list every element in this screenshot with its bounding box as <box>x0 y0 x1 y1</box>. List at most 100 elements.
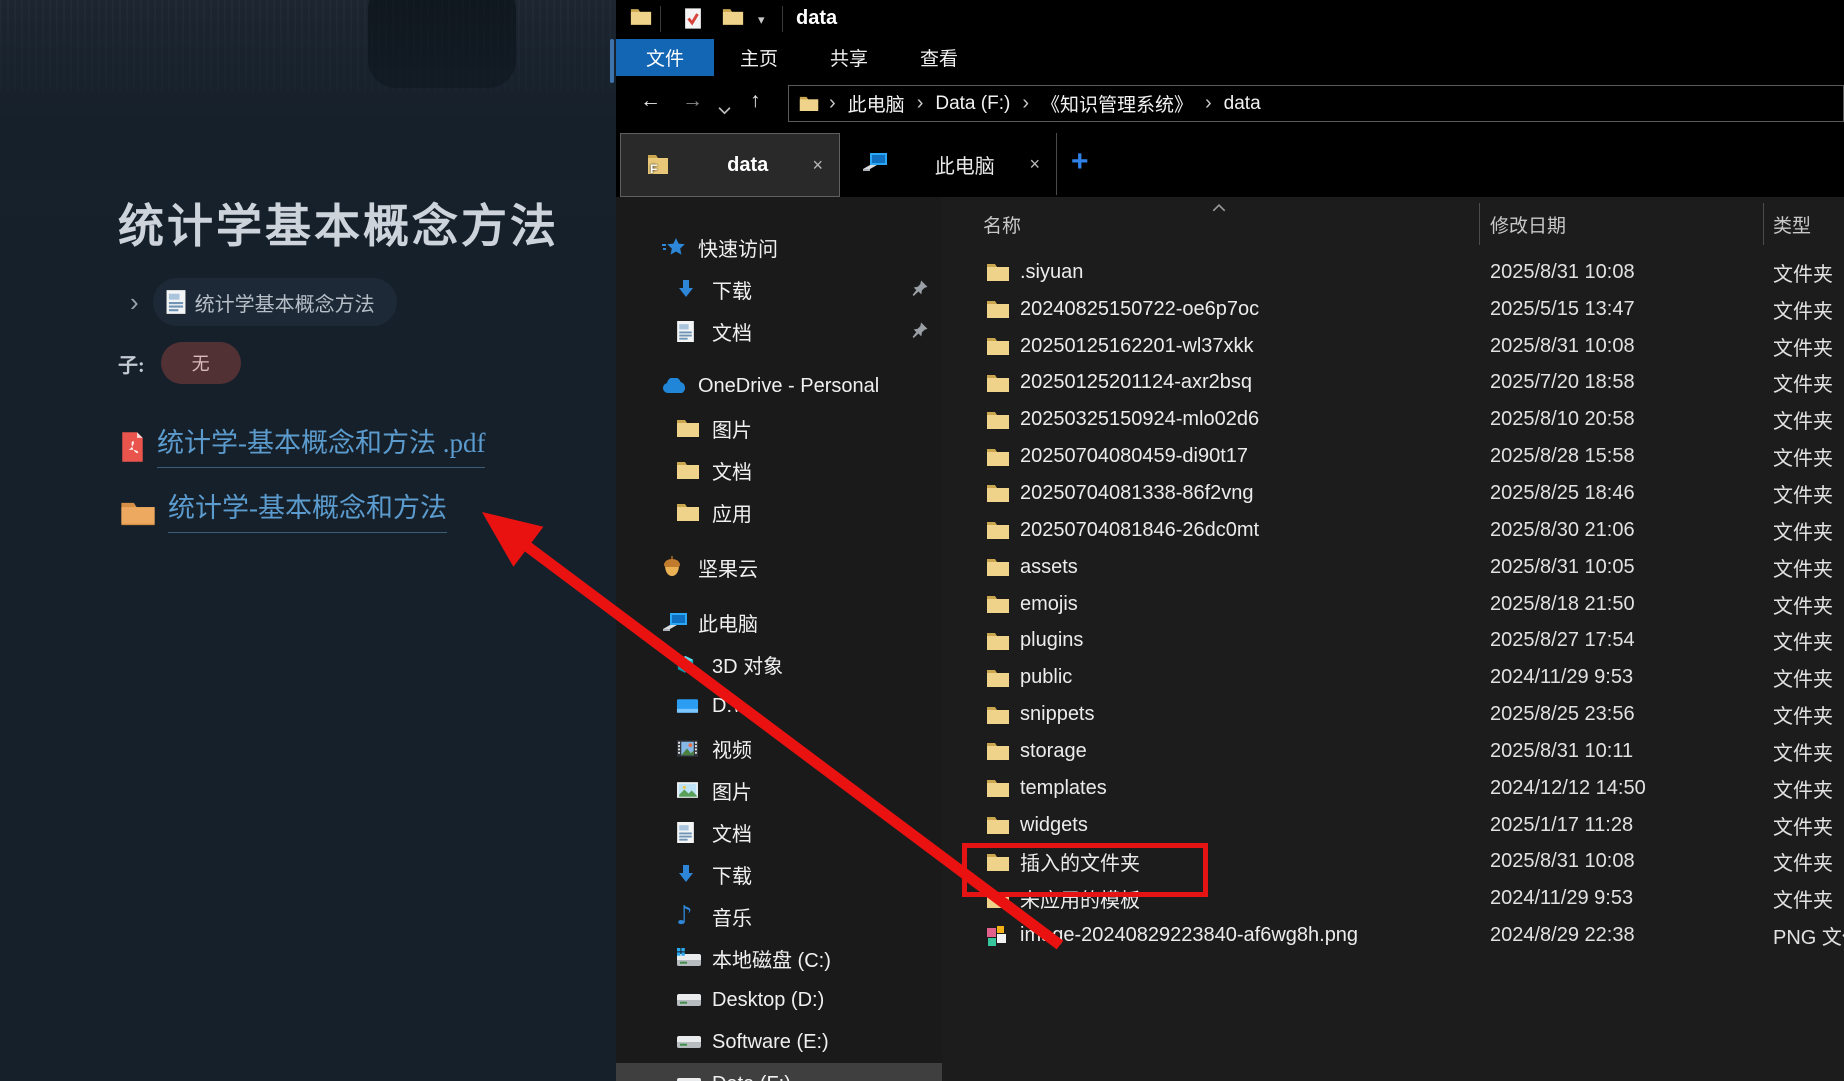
column-separator[interactable] <box>1763 203 1764 245</box>
new-tab-button[interactable]: + <box>1071 145 1089 179</box>
sidebar-item[interactable]: 文档 <box>616 449 942 491</box>
ribbon-tab-3[interactable]: 共享 <box>804 39 894 76</box>
ribbon-tab-4[interactable]: 查看 <box>894 39 984 76</box>
forward-icon[interactable]: → <box>682 89 703 113</box>
sidebar-item[interactable]: 视频 <box>616 727 942 769</box>
file-name[interactable]: image-20240829223840-af6wg8h.png <box>1020 924 1358 947</box>
address-input[interactable]: › 此电脑 › Data (F:) › 《知识管理系统》 › data <box>788 85 1844 122</box>
file-row[interactable]: assets 2025/8/31 10:05 文件夹 <box>942 549 1844 586</box>
sidebar-item[interactable]: 3D 对象 <box>616 643 942 685</box>
file-row[interactable]: 20250704081846-26dc0mt 2025/8/30 21:06 文件夹 <box>942 512 1844 549</box>
file-name[interactable]: snippets <box>1020 703 1095 726</box>
file-type: 文件夹 <box>1773 853 1833 876</box>
column-separator[interactable] <box>1479 203 1480 245</box>
breadcrumb-chevron-icon[interactable]: › <box>1205 92 1212 115</box>
file-row[interactable]: public 2024/11/29 9:53 文件夹 <box>942 659 1844 696</box>
close-tab-icon[interactable]: × <box>812 155 823 176</box>
file-name[interactable]: plugins <box>1020 629 1083 652</box>
file-row[interactable]: 20250125201124-axr2bsq 2025/7/20 18:58 文件夹 <box>942 365 1844 402</box>
column-type[interactable]: 类型 <box>1773 211 1811 238</box>
chevron-right-icon[interactable]: › <box>130 287 139 318</box>
back-icon[interactable]: ← <box>640 89 661 113</box>
file-name[interactable]: .siyuan <box>1020 261 1083 284</box>
file-name[interactable]: 未应用的模板 <box>1020 884 1140 913</box>
file-name[interactable]: emojis <box>1020 593 1078 616</box>
file-row[interactable]: 20250704080459-di90t17 2025/8/28 15:58 文件夹 <box>942 438 1844 475</box>
column-name[interactable]: 名称 <box>983 211 1021 238</box>
file-name[interactable]: 20250125162201-wl37xkk <box>1020 335 1254 358</box>
file-name[interactable]: 20240825150722-oe6p7oc <box>1020 298 1259 321</box>
document-tree-row[interactable]: › 统计学基本概念方法 <box>130 278 397 326</box>
tab-data[interactable]: F data × <box>620 133 840 197</box>
breadcrumb-item[interactable]: data <box>1224 93 1261 115</box>
file-row[interactable]: storage 2025/8/31 10:11 文件夹 <box>942 733 1844 770</box>
file-name[interactable]: widgets <box>1020 814 1088 837</box>
breadcrumb-chevron-icon[interactable]: › <box>917 92 924 115</box>
file-row[interactable]: snippets 2025/8/25 23:56 文件夹 <box>942 696 1844 733</box>
file-name[interactable]: 插入的文件夹 <box>1020 847 1140 876</box>
file-name[interactable]: 20250704081338-86f2vng <box>1020 482 1254 505</box>
sidebar-item[interactable]: 文档 <box>616 811 942 853</box>
file-row[interactable]: .siyuan 2025/8/31 10:08 文件夹 <box>942 254 1844 291</box>
file-row[interactable]: 20250325150924-mlo02d6 2025/8/10 20:58 文件夹 <box>942 401 1844 438</box>
sidebar-item[interactable]: 坚果云 <box>616 546 942 588</box>
file-name[interactable]: templates <box>1020 777 1107 800</box>
file-row[interactable]: 20240825150722-oe6p7oc 2025/5/15 13:47 文件夹 <box>942 291 1844 328</box>
file-row[interactable]: image-20240829223840-af6wg8h.png 2024/8/2… <box>942 917 1844 954</box>
document-title: 统计学基本概念方法 <box>118 201 559 252</box>
pdf-link-row[interactable]: 统计学-基本概念和方法 .pdf <box>120 421 486 468</box>
sidebar-item[interactable]: Desktop (D:) <box>616 979 942 1021</box>
file-type: 文件夹 <box>1773 521 1833 544</box>
file-row[interactable]: 20250125162201-wl37xkk 2025/8/31 10:08 文件夹 <box>942 328 1844 365</box>
breadcrumb-chevron-icon[interactable]: › <box>829 92 836 115</box>
file-row[interactable]: 插入的文件夹 2025/8/31 10:08 文件夹 <box>942 844 1844 881</box>
sidebar-item[interactable]: Data (F:) <box>616 1063 942 1081</box>
folder-quick-access-icon[interactable] <box>630 7 652 31</box>
sidebar-item[interactable]: 快速访问 <box>616 226 942 268</box>
breadcrumb-item[interactable]: 此电脑 <box>848 90 905 117</box>
file-row[interactable]: 20250704081338-86f2vng 2025/8/25 18:46 文件夹 <box>942 475 1844 512</box>
file-row[interactable]: emojis 2025/8/18 21:50 文件夹 <box>942 586 1844 623</box>
document-tree-item[interactable]: 统计学基本概念方法 <box>152 278 397 326</box>
ribbon-tab-2[interactable]: 主页 <box>714 39 804 76</box>
sidebar-item[interactable]: 此电脑 <box>616 601 942 643</box>
sidebar-item[interactable]: 图片 <box>616 769 942 811</box>
close-tab-icon[interactable]: × <box>1029 154 1040 175</box>
folder-link-row[interactable]: 统计学-基本概念和方法 <box>120 486 447 533</box>
sidebar-item[interactable]: Software (E:) <box>616 1021 942 1063</box>
file-row[interactable]: 未应用的模板 2024/11/29 9:53 文件夹 <box>942 880 1844 917</box>
pdf-link[interactable]: 统计学-基本概念和方法 .pdf <box>157 421 486 468</box>
breadcrumb-chevron-icon[interactable]: › <box>1022 92 1029 115</box>
breadcrumb-item[interactable]: Data (F:) <box>935 93 1010 115</box>
column-modified[interactable]: 修改日期 <box>1490 211 1566 238</box>
sidebar-item[interactable]: D:\ <box>616 685 942 727</box>
qat-dropdown-icon[interactable]: ▾ <box>758 12 765 28</box>
file-name[interactable]: 20250125201124-axr2bsq <box>1020 371 1252 394</box>
new-folder-icon[interactable] <box>722 7 744 31</box>
file-name[interactable]: 20250704080459-di90t17 <box>1020 445 1248 468</box>
sidebar-item[interactable]: 应用 <box>616 491 942 533</box>
properties-check-icon[interactable] <box>684 7 706 31</box>
file-row[interactable]: templates 2024/12/12 14:50 文件夹 <box>942 770 1844 807</box>
ribbon-tab-1[interactable]: 文件 <box>616 39 714 76</box>
sidebar-item[interactable]: 下载 <box>616 853 942 895</box>
file-name[interactable]: 20250704081846-26dc0mt <box>1020 519 1259 542</box>
tab-this-pc[interactable]: 此电脑 × <box>838 133 1057 195</box>
sidebar-item[interactable]: 文档 <box>616 310 942 352</box>
sidebar-item[interactable]: 图片 <box>616 407 942 449</box>
sidebar-item[interactable]: ♪ 音乐 <box>616 895 942 937</box>
up-icon[interactable]: ↑ <box>750 89 761 113</box>
sidebar-item[interactable]: OneDrive - Personal <box>616 365 942 407</box>
file-row[interactable]: widgets 2025/1/17 11:28 文件夹 <box>942 807 1844 844</box>
folder-link[interactable]: 统计学-基本概念和方法 <box>168 486 447 533</box>
file-row[interactable]: plugins 2025/8/27 17:54 文件夹 <box>942 622 1844 659</box>
breadcrumb-item[interactable]: 《知识管理系统》 <box>1041 90 1193 117</box>
file-name[interactable]: assets <box>1020 556 1078 579</box>
history-dropdown-icon[interactable] <box>718 97 731 121</box>
file-name[interactable]: storage <box>1020 740 1087 763</box>
file-name[interactable]: 20250325150924-mlo02d6 <box>1020 408 1259 431</box>
file-name[interactable]: public <box>1020 666 1072 689</box>
sort-ascending-icon[interactable] <box>1212 199 1226 212</box>
sidebar-item[interactable]: 本地磁盘 (C:) <box>616 937 942 979</box>
sidebar-item[interactable]: 下载 <box>616 268 942 310</box>
